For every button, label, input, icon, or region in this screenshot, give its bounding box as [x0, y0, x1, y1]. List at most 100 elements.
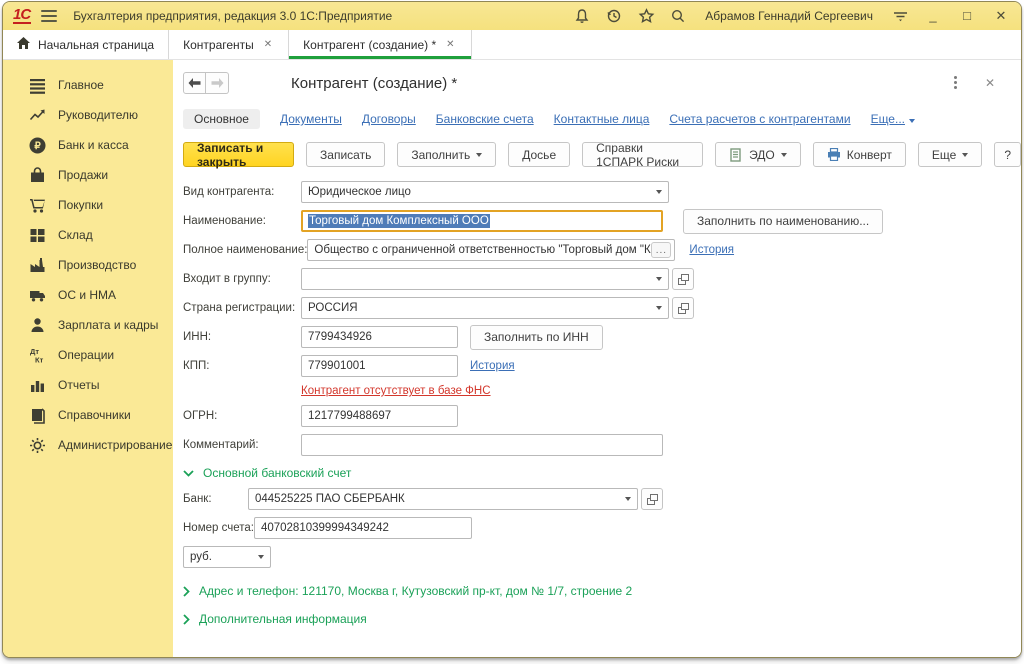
tab-close-icon[interactable]: ✕	[262, 37, 274, 52]
sidebar-item-operatsii[interactable]: ДтКт Операции	[3, 340, 173, 370]
tab-scheta-raschetov[interactable]: Счета расчетов с контрагентами	[669, 112, 850, 126]
dropdown-caret-icon[interactable]	[618, 489, 637, 509]
service-menu-icon[interactable]	[891, 7, 909, 25]
comment-input[interactable]	[301, 434, 663, 456]
tab-kontragenty[interactable]: Контрагенты ✕	[169, 30, 289, 59]
full-name-input[interactable]: Общество с ограниченной ответственностью…	[307, 239, 675, 261]
bank-section-header[interactable]: Основной банковский счет	[183, 466, 1021, 480]
country-select[interactable]: РОССИЯ	[301, 297, 669, 319]
tab-kontragent-create[interactable]: Контрагент (создание) * ✕	[289, 30, 471, 59]
home-icon	[17, 37, 30, 52]
sidebar-item-glavnoe[interactable]: Главное	[3, 70, 173, 100]
tab-home-label: Начальная страница	[38, 38, 154, 52]
current-user[interactable]: Абрамов Геннадий Сергеевич	[705, 9, 873, 23]
kind-select[interactable]: Юридическое лицо	[301, 181, 669, 203]
sidebar-item-otchety[interactable]: Отчеты	[3, 370, 173, 400]
bank-open-button[interactable]	[641, 488, 663, 510]
chevron-right-icon	[183, 586, 190, 597]
sidebar-item-proizvodstvo[interactable]: Производство	[3, 250, 173, 280]
spark-button[interactable]: Справки 1СПАРК Риски	[582, 142, 703, 167]
comment-label: Комментарий:	[183, 439, 301, 451]
kpp-input[interactable]: 779901001	[301, 355, 458, 377]
notifications-bell-icon[interactable]	[573, 7, 591, 25]
sidebar-item-zarplata-i-kadry[interactable]: Зарплата и кадры	[3, 310, 173, 340]
history-icon[interactable]	[605, 7, 623, 25]
search-icon[interactable]	[669, 7, 687, 25]
dropdown-caret-icon[interactable]	[649, 182, 668, 202]
forward-button[interactable]	[206, 72, 229, 94]
person-icon	[29, 317, 46, 334]
fns-warning-link[interactable]: Контрагент отсутствует в базе ФНС	[301, 385, 491, 397]
country-open-button[interactable]	[672, 297, 694, 319]
minimize-button[interactable]: _	[923, 7, 943, 25]
tab-label: Контрагент (создание) *	[303, 38, 436, 52]
more-button[interactable]: Еще	[918, 142, 982, 167]
inn-input[interactable]: 7799434926	[301, 326, 458, 348]
envelope-button[interactable]: Конверт	[813, 142, 906, 167]
form-toolbar: Записать и закрыть Записать Заполнить До…	[183, 142, 1021, 167]
full-name-label: Полное наименование:	[183, 244, 307, 256]
expand-text-button[interactable]: ...	[651, 242, 671, 258]
sidebar-item-bank-i-kassa[interactable]: ₽ Банк и касса	[3, 130, 173, 160]
favorites-star-icon[interactable]	[637, 7, 655, 25]
group-label: Входит в группу:	[183, 273, 301, 285]
close-window-button[interactable]: ✕	[991, 7, 1011, 25]
tab-dogovory[interactable]: Договоры	[362, 112, 416, 126]
maximize-button[interactable]: □	[957, 7, 977, 25]
bank-select[interactable]: 044525225 ПАО СБЕРБАНК	[248, 488, 638, 510]
printer-icon	[827, 148, 841, 161]
group-select[interactable]	[301, 268, 669, 290]
bank-label: Банк:	[183, 493, 248, 505]
country-label: Страна регистрации:	[183, 302, 301, 314]
dropdown-caret-icon[interactable]	[649, 298, 668, 318]
dropdown-caret-icon[interactable]	[251, 547, 270, 567]
account-input[interactable]: 40702810399994349242	[254, 517, 472, 539]
fill-button[interactable]: Заполнить	[397, 142, 496, 167]
tab-bankovskie-scheta[interactable]: Банковские счета	[436, 112, 534, 126]
tab-osnovnoe[interactable]: Основное	[183, 109, 260, 129]
help-button[interactable]: ?	[994, 142, 1021, 167]
ogrn-input[interactable]: 1217799488697	[301, 405, 458, 427]
trend-chart-icon	[29, 107, 46, 124]
main-menu-icon[interactable]	[41, 10, 57, 22]
sidebar-item-os-i-nma[interactable]: ОС и НМА	[3, 280, 173, 310]
extra-info-section-header[interactable]: Дополнительная информация	[183, 612, 1021, 626]
tab-home[interactable]: Начальная страница	[3, 30, 169, 59]
cart-icon	[29, 197, 46, 214]
1c-logo: 1С	[13, 8, 31, 24]
tab-dokumenty[interactable]: Документы	[280, 112, 342, 126]
chevron-right-icon	[183, 614, 190, 625]
group-open-button[interactable]	[672, 268, 694, 290]
more-menu-icon[interactable]	[952, 74, 959, 91]
ruble-circle-icon: ₽	[29, 137, 46, 154]
kind-label: Вид контрагента:	[183, 186, 301, 198]
tab-kontaktnye-litsa[interactable]: Контактные лица	[554, 112, 650, 126]
app-window: 1С Бухгалтерия предприятия, редакция 3.0…	[2, 1, 1022, 658]
dossier-button[interactable]: Досье	[508, 142, 570, 167]
dropdown-caret-icon[interactable]	[649, 269, 668, 289]
sidebar-item-sklad[interactable]: Склад	[3, 220, 173, 250]
full-name-history-link[interactable]: История	[689, 244, 734, 256]
sidebar-item-pokupki[interactable]: Покупки	[3, 190, 173, 220]
fill-by-name-button[interactable]: Заполнить по наименованию...	[683, 209, 883, 234]
close-form-icon[interactable]: ✕	[985, 76, 995, 90]
fill-by-inn-button[interactable]: Заполнить по ИНН	[470, 325, 603, 350]
name-input[interactable]: Торговый дом Комплексный ООО	[301, 210, 663, 232]
tab-more[interactable]: Еще...	[871, 112, 915, 126]
edo-button[interactable]: ЭДО	[715, 142, 801, 167]
warehouse-grid-icon	[29, 227, 46, 244]
kpp-history-link[interactable]: История	[470, 360, 515, 372]
save-and-close-button[interactable]: Записать и закрыть	[183, 142, 294, 167]
sidebar: Главное Руководителю ₽ Банк и касса Прод…	[3, 60, 173, 658]
save-button[interactable]: Записать	[306, 142, 385, 167]
tab-close-icon[interactable]: ✕	[444, 37, 456, 52]
ogrn-label: ОГРН:	[183, 410, 301, 422]
currency-select[interactable]: руб.	[183, 546, 271, 568]
sidebar-item-administrirovanie[interactable]: Администрирование	[3, 430, 173, 460]
back-button[interactable]	[183, 72, 206, 94]
sidebar-item-prodazhi[interactable]: Продажи	[3, 160, 173, 190]
sidebar-item-rukovoditelyu[interactable]: Руководителю	[3, 100, 173, 130]
address-section-header[interactable]: Адрес и телефон: 121170, Москва г, Кутуз…	[183, 584, 1021, 598]
sidebar-item-spravochniki[interactable]: Справочники	[3, 400, 173, 430]
gear-icon	[29, 437, 46, 454]
